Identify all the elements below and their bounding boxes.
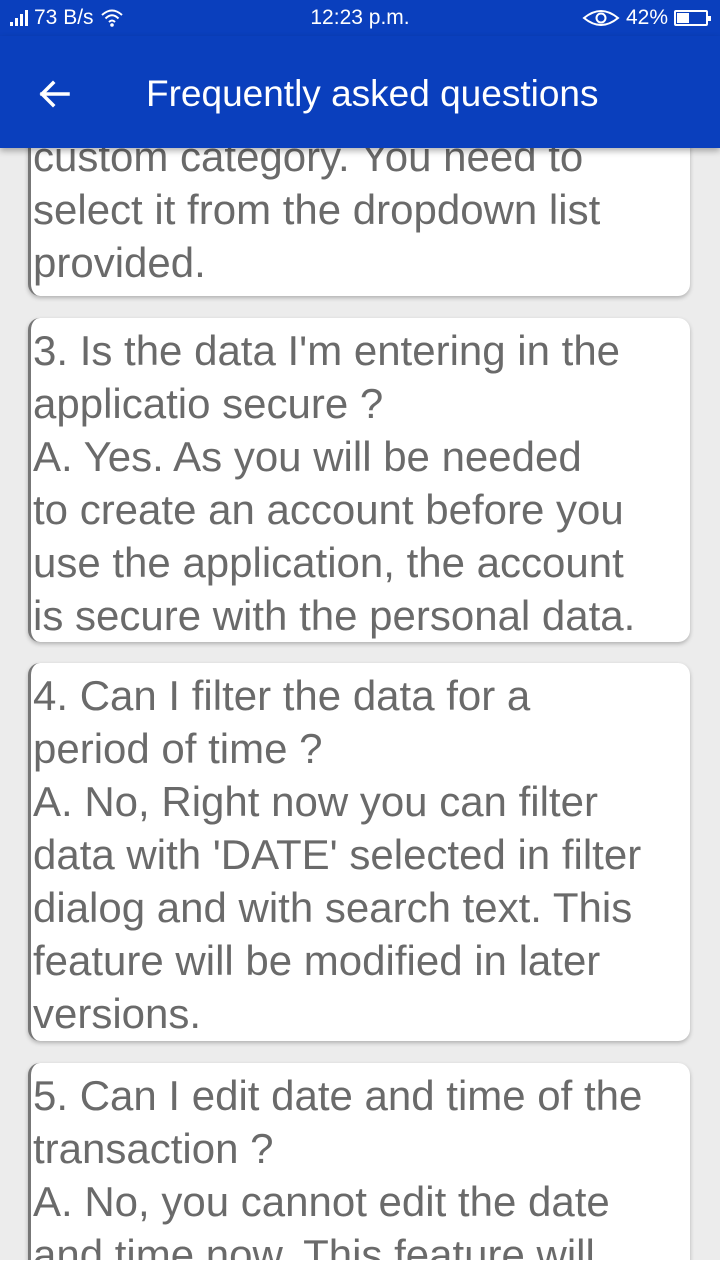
faq-text: custom category. You need to select it f… — [33, 148, 601, 286]
back-button[interactable] — [26, 66, 82, 122]
faq-list[interactable]: custom category. You need to select it f… — [0, 148, 720, 1260]
faq-card: 3. Is the data I'm entering in the appli… — [28, 318, 690, 642]
status-right: 42% — [582, 6, 711, 30]
faq-card: 5. Can I edit date and time of the trans… — [28, 1063, 690, 1260]
arrow-left-icon — [39, 80, 70, 108]
faq-card: 4. Can I filter the data for a period of… — [28, 663, 690, 1041]
faq-text: 3. Is the data I'm entering in the appli… — [33, 327, 636, 639]
app-bar: Frequently asked questions — [0, 36, 720, 148]
eye-icon — [582, 10, 620, 26]
faq-text: 5. Can I edit date and time of the trans… — [33, 1072, 643, 1260]
battery-icon — [674, 10, 711, 26]
faq-text: 4. Can I filter the data for a period of… — [33, 672, 642, 1037]
bottom-strip — [0, 1260, 720, 1280]
faq-card: custom category. You need to select it f… — [28, 148, 690, 296]
page-title: Frequently asked questions — [146, 73, 599, 114]
status-bar: 73 B/s 12:23 p.m. 42% — [0, 0, 720, 36]
battery-percent: 42% — [625, 6, 668, 29]
